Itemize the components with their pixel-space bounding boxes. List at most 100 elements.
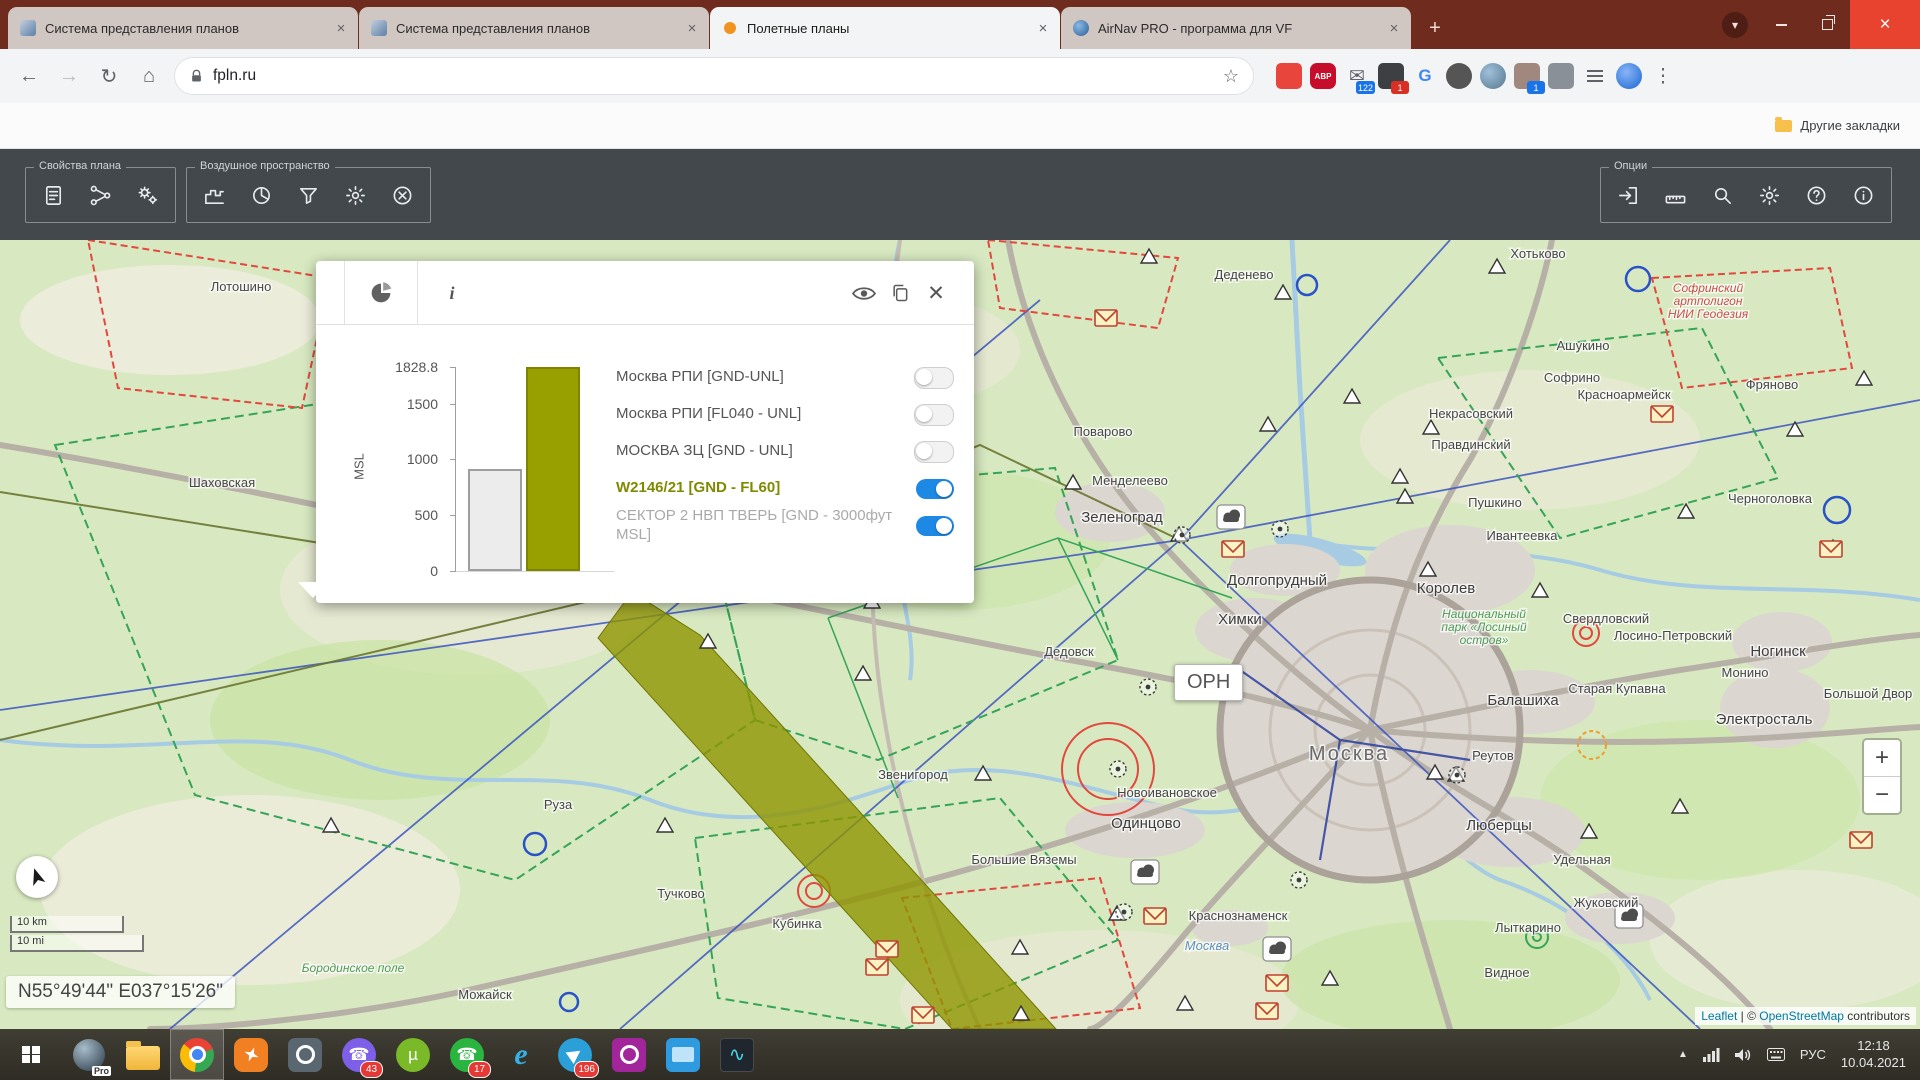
telegram[interactable]: 196 (548, 1029, 602, 1080)
airspace-visibility-toggle[interactable] (914, 441, 954, 463)
box-extension-icon[interactable]: 1 (1514, 63, 1540, 89)
map-label: Красноармейск (1577, 387, 1670, 402)
map-label: Большие Вяземы (971, 852, 1076, 867)
system-monitor-icon: ∿ (720, 1038, 754, 1072)
map-label: Новоивановское (1117, 785, 1217, 800)
url-text[interactable]: fpln.ru (213, 67, 1214, 85)
other-bookmarks-label[interactable]: Другие закладки (1800, 118, 1900, 133)
whatsapp[interactable]: ☎17 (440, 1029, 494, 1080)
bookmark-star-icon[interactable]: ☆ (1223, 66, 1239, 87)
levels-icon[interactable] (203, 184, 226, 207)
adblock-plus-extension-icon[interactable]: ABP (1310, 63, 1336, 89)
address-bar[interactable]: fpln.ru ☆ (174, 57, 1254, 95)
visibility-eye-icon[interactable] (850, 261, 878, 325)
mail-extension-icon[interactable]: ✉122 (1344, 63, 1370, 89)
help-icon[interactable] (1805, 184, 1828, 207)
tab-close-icon[interactable]: × (1034, 19, 1052, 37)
cancel-icon[interactable] (391, 184, 414, 207)
filter-icon[interactable] (297, 184, 320, 207)
tab-altitude-chart[interactable] (344, 261, 418, 325)
zoom-in-button[interactable]: + (1864, 740, 1900, 777)
browser-tab[interactable]: Полетные планы× (710, 7, 1060, 49)
osm-link[interactable]: OpenStreetMap (1759, 1009, 1844, 1023)
point-marker-icon (1116, 904, 1132, 920)
map[interactable]: ЛотошиноШаховскаяРузаТучковоКубинкаМожай… (0, 240, 1920, 1029)
tab-title: AirNav PRO - программа для VF (1098, 21, 1379, 36)
browser-tab[interactable]: AirNav PRO - программа для VF × (1061, 7, 1411, 49)
internet-pro-app[interactable]: Pro (62, 1029, 116, 1080)
tray-expand-icon[interactable]: ▲ (1678, 1049, 1688, 1060)
viber[interactable]: ☎43 (332, 1029, 386, 1080)
google-extension-icon[interactable]: G (1412, 63, 1438, 89)
mail-waypoint-icon (866, 959, 888, 975)
dark-extension-icon[interactable]: 1 (1378, 63, 1404, 89)
orn-waypoint-label[interactable]: ОРН (1174, 664, 1243, 701)
tab-close-icon[interactable]: × (683, 19, 701, 37)
navigation-app-icon (241, 1045, 261, 1065)
ruler-icon[interactable] (1664, 184, 1687, 207)
reload-button[interactable]: ↻ (94, 64, 124, 89)
gear-icon[interactable] (1758, 184, 1781, 207)
list-extension-icon[interactable] (1582, 63, 1608, 89)
red-flag-extension-icon[interactable] (1276, 63, 1302, 89)
navigation-app[interactable] (224, 1029, 278, 1080)
copy-icon[interactable] (886, 261, 914, 325)
info-icon[interactable] (1852, 184, 1875, 207)
start-button[interactable] (0, 1029, 62, 1080)
screenshot-tool[interactable] (278, 1029, 332, 1080)
internet-explorer[interactable]: e (494, 1029, 548, 1080)
forward-button[interactable]: → (54, 65, 84, 88)
language-indicator[interactable]: РУС (1800, 1047, 1826, 1062)
browser-tab[interactable]: Система представления планов× (8, 7, 358, 49)
map-label: Хотьково (1510, 246, 1565, 261)
tab-info[interactable]: i (416, 261, 488, 325)
browser-tab-strip: Система представления планов×Система пре… (0, 0, 1920, 49)
browser-profile-chevron[interactable]: ▾ (1712, 0, 1758, 49)
camera-app[interactable] (602, 1029, 656, 1080)
new-tab-button[interactable]: + (1420, 13, 1450, 43)
network-icon[interactable] (1703, 1048, 1720, 1062)
keyboard-icon[interactable] (1767, 1048, 1785, 1061)
film-extension-icon[interactable] (1446, 63, 1472, 89)
gearx-icon[interactable] (344, 184, 367, 207)
route-icon[interactable] (89, 184, 112, 207)
leaflet-link[interactable]: Leaflet (1701, 1009, 1737, 1023)
login-icon[interactable] (1617, 184, 1640, 207)
media-app[interactable] (656, 1029, 710, 1080)
zoom-out-button[interactable]: − (1864, 777, 1900, 813)
search-icon[interactable] (1711, 184, 1734, 207)
tab-close-icon[interactable]: × (332, 19, 350, 37)
close-window-button[interactable]: × (1850, 0, 1920, 49)
profile-avatar-icon[interactable] (1616, 63, 1642, 89)
restore-button[interactable] (1804, 0, 1850, 49)
toolbar-group-label: Опции (1609, 160, 1652, 172)
back-button[interactable]: ← (14, 65, 44, 88)
globe-extension-icon[interactable] (1480, 63, 1506, 89)
utorrent[interactable]: µ (386, 1029, 440, 1080)
airspace-visibility-toggle[interactable] (916, 479, 954, 499)
map-label: Жуковский (1574, 895, 1639, 910)
clock[interactable]: 12:18 10.04.2021 (1841, 1038, 1906, 1072)
chrome-browser[interactable] (170, 1029, 224, 1080)
chart-tick-mark (450, 459, 456, 460)
volume-icon[interactable] (1735, 1048, 1752, 1062)
airspace-visibility-toggle[interactable] (914, 404, 954, 426)
airspace-visibility-toggle[interactable] (916, 516, 954, 536)
puzzle-extension-icon[interactable] (1548, 63, 1574, 89)
map-label: Ашукино (1557, 338, 1610, 353)
gears-icon[interactable] (136, 184, 159, 207)
chart-tick-mark (450, 515, 456, 516)
browser-menu-icon[interactable]: ⋮ (1650, 63, 1676, 89)
system-tray: ▲ РУС 12:18 10.04.2021 (1678, 1029, 1920, 1080)
locate-control[interactable] (16, 856, 58, 898)
tab-close-icon[interactable]: × (1385, 19, 1403, 37)
close-popup-icon[interactable]: ✕ (922, 261, 950, 325)
system-monitor[interactable]: ∿ (710, 1029, 764, 1080)
home-button[interactable]: ⌂ (134, 65, 164, 88)
file-explorer[interactable] (116, 1029, 170, 1080)
airspace-visibility-toggle[interactable] (914, 367, 954, 389)
document-icon[interactable] (42, 184, 65, 207)
minimize-button[interactable] (1758, 0, 1804, 49)
pie-icon[interactable] (250, 184, 273, 207)
browser-tab[interactable]: Система представления планов× (359, 7, 709, 49)
